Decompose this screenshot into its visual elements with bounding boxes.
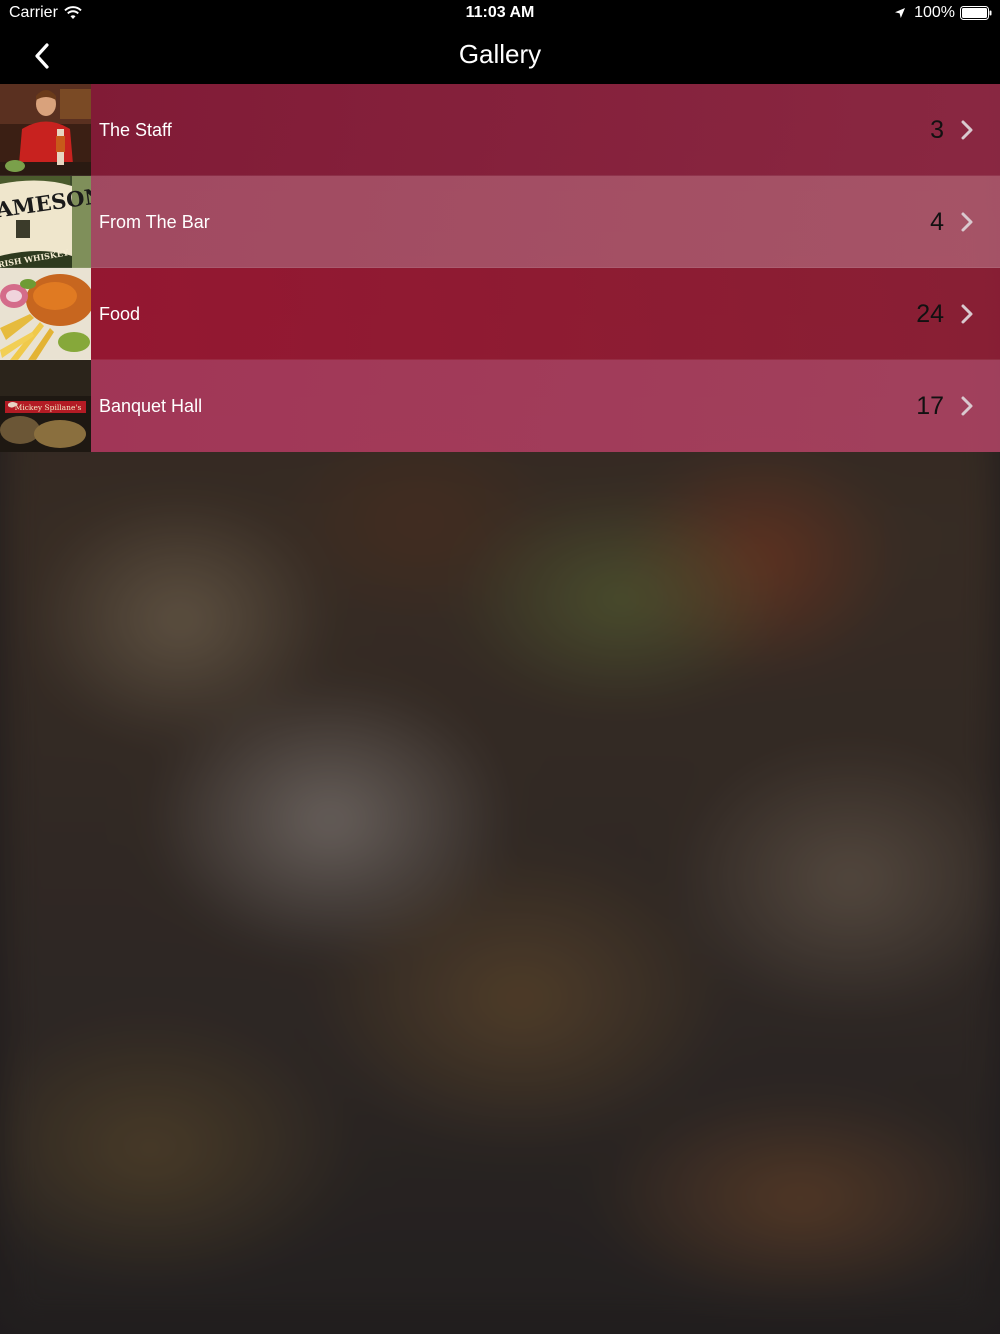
- status-bar: Carrier 11:03 AM 100%: [0, 0, 1000, 28]
- banquet-sign-text: Mickey Spillane's: [15, 403, 82, 412]
- row-label: The Staff: [99, 119, 172, 140]
- row-label: From The Bar: [99, 211, 210, 232]
- gallery-row-from-the-bar[interactable]: AMESON IRISH WHISKEY From The Bar 4: [0, 176, 1000, 268]
- chevron-right-icon: [961, 120, 973, 140]
- page-title: Gallery: [458, 39, 542, 69]
- whiskey-thumbnail: AMESON IRISH WHISKEY: [0, 176, 91, 268]
- gallery-row-the-staff[interactable]: The Staff 3: [0, 84, 1000, 176]
- chevron-right-icon: [961, 396, 973, 416]
- gallery-list: The Staff 3 AMESON IRISH WHISKEY From Th…: [0, 84, 1000, 452]
- banquet-thumbnail: Mickey Spillane's: [0, 360, 91, 452]
- battery-icon: [960, 6, 992, 20]
- photo-count: 17: [916, 391, 944, 420]
- gallery-row-food[interactable]: Food 24: [0, 268, 1000, 360]
- location-arrow-icon: [895, 8, 906, 18]
- status-time: 11:03 AM: [465, 4, 535, 21]
- photo-count: 24: [916, 299, 944, 328]
- photo-count: 4: [930, 207, 944, 236]
- photo-count: 3: [930, 115, 944, 144]
- navigation-bar: Gallery: [0, 28, 1000, 84]
- gallery-row-banquet-hall[interactable]: Mickey Spillane's Banquet Hall 17: [0, 360, 1000, 452]
- row-label: Food: [99, 303, 141, 324]
- food-thumbnail: [0, 268, 91, 360]
- battery-percent: 100%: [914, 4, 955, 21]
- row-label: Banquet Hall: [99, 395, 203, 416]
- status-right: 100%: [894, 4, 992, 22]
- chevron-right-icon: [961, 304, 973, 324]
- chevron-right-icon: [961, 212, 973, 232]
- staff-thumbnail: [0, 84, 91, 176]
